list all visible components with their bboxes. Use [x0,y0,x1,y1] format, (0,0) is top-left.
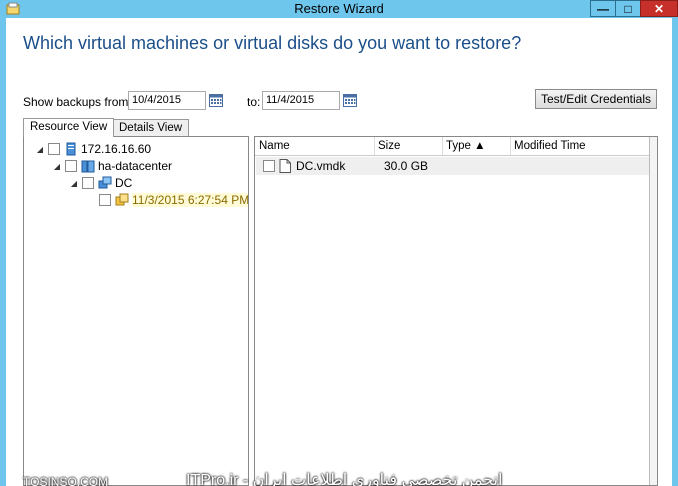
wizard-content: Which virtual machines or virtual disks … [6,18,672,486]
tab-resource-view[interactable]: Resource View [23,118,115,137]
test-edit-credentials-button[interactable]: Test/Edit Credentials [535,89,657,109]
tree-node-host[interactable]: ◢ 172.16.16.60 [35,141,151,157]
page-heading: Which virtual machines or virtual disks … [23,33,522,53]
node-checkbox[interactable] [99,194,111,206]
column-header-modified-time[interactable]: Modified Time [514,140,586,152]
row-checkbox[interactable] [263,160,275,172]
server-icon [66,142,76,156]
minimize-button[interactable]: — [590,0,616,17]
file-size: 30.0 GB [384,159,429,173]
calendar-icon[interactable] [209,94,223,107]
column-header-name[interactable]: Name [259,140,290,152]
column-header-type[interactable]: Type ▲ [446,140,486,152]
expand-arrow-icon[interactable]: ◢ [35,144,45,154]
column-divider[interactable] [374,137,375,155]
close-button[interactable]: ✕ [640,0,678,17]
list-item[interactable]: DC.vmdk 30.0 GB [256,157,650,175]
node-label: ha-datacenter [98,159,173,173]
calendar-icon[interactable] [343,94,357,107]
column-divider[interactable] [510,137,511,155]
snapshot-icon [115,193,129,206]
restore-wizard-window: Restore Wizard — □ ✕ Which virtual machi… [0,0,678,486]
watermark-tosinso: TOSINSO.COM [23,475,109,486]
datacenter-icon [81,160,95,173]
tree-node-vm[interactable]: ◢ DC [69,175,132,191]
tree-node-snapshot[interactable]: 11/3/2015 6:27:54 PM [99,192,249,208]
node-label: 11/3/2015 6:27:54 PM [132,193,249,207]
tree-node-datacenter[interactable]: ◢ ha-datacenter [52,158,172,174]
column-header-size[interactable]: Size [378,140,400,152]
tab-details-view[interactable]: Details View [112,119,190,136]
expand-arrow-icon[interactable]: ◢ [69,178,79,188]
node-checkbox[interactable] [65,160,77,172]
node-label: 172.16.16.60 [81,142,152,156]
node-checkbox[interactable] [82,177,94,189]
window-title: Restore Wizard [294,1,384,16]
maximize-button[interactable]: □ [615,0,641,17]
watermark-itpro: ITPro.ir - انجمن تخصصی فناوری اطلاعات ای… [186,472,503,486]
title-bar[interactable]: Restore Wizard — □ ✕ [0,0,678,18]
expand-arrow-icon[interactable]: ◢ [52,161,62,171]
disk-list: Name Size Type ▲ Modified Time DC.vmdk 3… [254,136,658,486]
resource-tree: ◢ 172.16.16.60 ◢ ha-datacenter ◢ DC 11/3… [23,136,249,486]
vertical-scrollbar[interactable] [649,137,657,485]
node-label: DC [115,176,133,190]
column-divider[interactable] [442,137,443,155]
to-date-field[interactable]: 11/4/2015 [262,91,340,110]
vm-icon [98,176,112,189]
file-name: DC.vmdk [296,159,346,173]
file-icon [279,159,291,173]
node-checkbox[interactable] [48,143,60,155]
from-date-field[interactable]: 10/4/2015 [128,91,206,110]
from-label: Show backups from: [23,95,132,109]
list-header: Name Size Type ▲ Modified Time [255,137,657,156]
to-label: to: [247,95,261,109]
